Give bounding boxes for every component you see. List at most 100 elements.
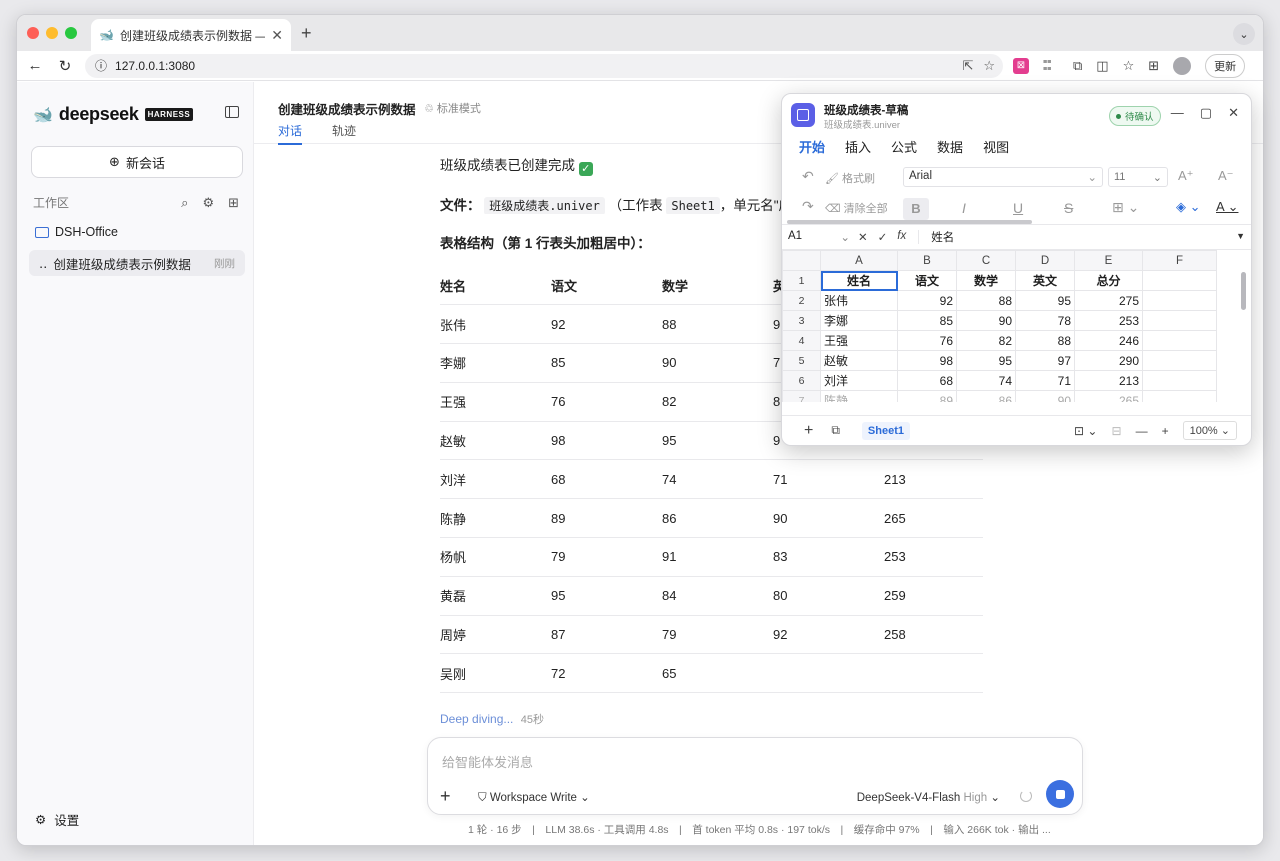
- profile-avatar[interactable]: [1173, 56, 1192, 75]
- grid-cell[interactable]: 68: [897, 370, 957, 391]
- column-header[interactable]: F: [1142, 250, 1217, 271]
- font-family-select[interactable]: Arial ⌄: [903, 167, 1103, 187]
- column-header[interactable]: B: [897, 250, 957, 271]
- tab-chat[interactable]: 对话: [278, 122, 303, 145]
- close-tab-icon[interactable]: ✕: [271, 27, 283, 44]
- border-icon[interactable]: ⊞ ⌄: [1112, 199, 1139, 216]
- grid-cell[interactable]: 97: [1015, 350, 1075, 371]
- grid-cell[interactable]: 246: [1074, 330, 1143, 351]
- grid-cell[interactable]: 王强: [820, 330, 898, 351]
- stop-button[interactable]: [1046, 780, 1074, 808]
- font-size-select[interactable]: 11 ⌄: [1108, 167, 1168, 187]
- grid-cell[interactable]: 刘洋: [820, 370, 898, 391]
- grid-cell[interactable]: [1142, 270, 1217, 291]
- grid-cell[interactable]: 陈静: [820, 390, 898, 402]
- grid-cell[interactable]: 89: [897, 390, 957, 402]
- grid-cell[interactable]: 78: [1015, 310, 1075, 331]
- minimize-window-button[interactable]: [46, 27, 58, 39]
- clear-all-button[interactable]: ⌫ 清除全部: [825, 200, 888, 216]
- grid-cell[interactable]: 数学: [956, 270, 1016, 291]
- confirm-icon[interactable]: ✓: [878, 230, 888, 244]
- grid-cell[interactable]: 90: [1015, 390, 1075, 402]
- new-chat-button[interactable]: ⊕ 新会话: [31, 146, 243, 178]
- tab-insert[interactable]: 插入: [845, 137, 871, 156]
- new-tab-button[interactable]: +: [301, 23, 312, 44]
- sheet-list-icon[interactable]: ⧉: [831, 423, 840, 438]
- row-header[interactable]: 3: [782, 310, 821, 331]
- grid-cell[interactable]: 290: [1074, 350, 1143, 371]
- grid-cell[interactable]: 275: [1074, 290, 1143, 311]
- tab-list-button[interactable]: ⌄: [1233, 23, 1255, 45]
- session-item[interactable]: ‥ 创建班级成绩表示例数据 刚刚: [29, 250, 245, 276]
- grid-cell[interactable]: 英文: [1015, 270, 1075, 291]
- grid-cell[interactable]: 253: [1074, 310, 1143, 331]
- grid-cell[interactable]: 88: [956, 290, 1016, 311]
- back-icon[interactable]: ←: [25, 57, 45, 74]
- reload-icon[interactable]: ↻: [55, 57, 75, 75]
- grid-cell[interactable]: 张伟: [820, 290, 898, 311]
- add-sheet-icon[interactable]: +: [804, 422, 813, 440]
- italic-icon[interactable]: I: [962, 200, 966, 216]
- grid-cell[interactable]: 86: [956, 390, 1016, 402]
- new-folder-icon[interactable]: ⊞: [228, 195, 239, 211]
- info-icon[interactable]: ⓘ: [95, 57, 107, 74]
- expand-formula-icon[interactable]: ▼: [1236, 231, 1245, 241]
- row-header[interactable]: 5: [782, 350, 821, 371]
- close-window-button[interactable]: [27, 27, 39, 39]
- grid-cell[interactable]: 总分: [1074, 270, 1143, 291]
- browser-tab[interactable]: 🐋 创建班级成绩表示例数据 — Deep ✕: [91, 19, 291, 51]
- tab-home[interactable]: 开始: [799, 137, 825, 156]
- grid-cell[interactable]: 265: [1074, 390, 1143, 402]
- sheet-grid[interactable]: A B C D E F 1 姓名 语文 数学 英文 总分 2 张伟 92 88 95 275 3 李娜 85…: [782, 250, 1251, 402]
- close-icon[interactable]: ✕: [1228, 105, 1239, 121]
- undo-icon[interactable]: ↶: [802, 168, 814, 185]
- font-color-icon[interactable]: A ⌄: [1216, 199, 1238, 215]
- grid-cell[interactable]: [1142, 370, 1217, 391]
- grid-cell[interactable]: 赵敏: [820, 350, 898, 371]
- grid-cell[interactable]: [1142, 290, 1217, 311]
- extension-pink-icon[interactable]: ⊠: [1013, 57, 1029, 74]
- column-header[interactable]: D: [1015, 250, 1075, 271]
- grid-cell[interactable]: 92: [897, 290, 957, 311]
- column-header[interactable]: C: [956, 250, 1016, 271]
- tab-trace[interactable]: 轨迹: [332, 122, 356, 145]
- workspace-mode-select[interactable]: ⛉ Workspace Write ⌄: [478, 790, 590, 805]
- settings-button[interactable]: ⚙ 设置: [35, 810, 79, 829]
- cell-reference[interactable]: A1 ⌄: [782, 230, 858, 244]
- redo-icon[interactable]: ↷: [802, 198, 814, 215]
- function-icon[interactable]: fx: [897, 230, 906, 244]
- row-header[interactable]: 4: [782, 330, 821, 351]
- fit-icon[interactable]: ⊟: [1112, 424, 1122, 438]
- grid-cell[interactable]: [1142, 350, 1217, 371]
- sheet-tab[interactable]: Sheet1: [861, 421, 910, 440]
- bold-button[interactable]: B: [903, 198, 929, 220]
- decrease-font-icon[interactable]: A⁻: [1218, 168, 1234, 184]
- column-header[interactable]: E: [1074, 250, 1143, 271]
- cancel-icon[interactable]: ✕: [858, 230, 868, 244]
- grid-cell[interactable]: [1142, 310, 1217, 331]
- split-view-icon[interactable]: ◫: [1096, 58, 1108, 74]
- row-header[interactable]: 7: [782, 390, 821, 402]
- grid-cell[interactable]: 姓名: [820, 270, 898, 291]
- extension-xm-icon[interactable]: ≡≡ ≡≡: [1043, 59, 1059, 73]
- row-header[interactable]: 2: [782, 290, 821, 311]
- favorites-icon[interactable]: ☆: [1123, 58, 1135, 74]
- strikethrough-icon[interactable]: S: [1064, 200, 1073, 216]
- zoom-out-icon[interactable]: —: [1136, 424, 1148, 438]
- share-icon[interactable]: ⇱: [962, 58, 973, 74]
- grid-scrollbar[interactable]: [1241, 272, 1246, 310]
- update-button[interactable]: 更新: [1205, 53, 1246, 78]
- column-header[interactable]: A: [820, 250, 898, 271]
- grid-cell[interactable]: 82: [956, 330, 1016, 351]
- collapse-sidebar-icon[interactable]: [225, 106, 239, 118]
- maximize-window-button[interactable]: [65, 27, 77, 39]
- grid-cell[interactable]: 88: [1015, 330, 1075, 351]
- attach-plus-icon[interactable]: +: [440, 786, 451, 807]
- folder-item[interactable]: DSH-Office: [35, 225, 118, 239]
- row-header[interactable]: 6: [782, 370, 821, 391]
- maximize-icon[interactable]: ▢: [1200, 105, 1212, 121]
- collections-icon[interactable]: ⊞: [1148, 58, 1159, 74]
- underline-icon[interactable]: U: [1013, 200, 1023, 216]
- formula-input[interactable]: 姓名: [919, 229, 954, 245]
- grid-cell[interactable]: [1142, 390, 1217, 402]
